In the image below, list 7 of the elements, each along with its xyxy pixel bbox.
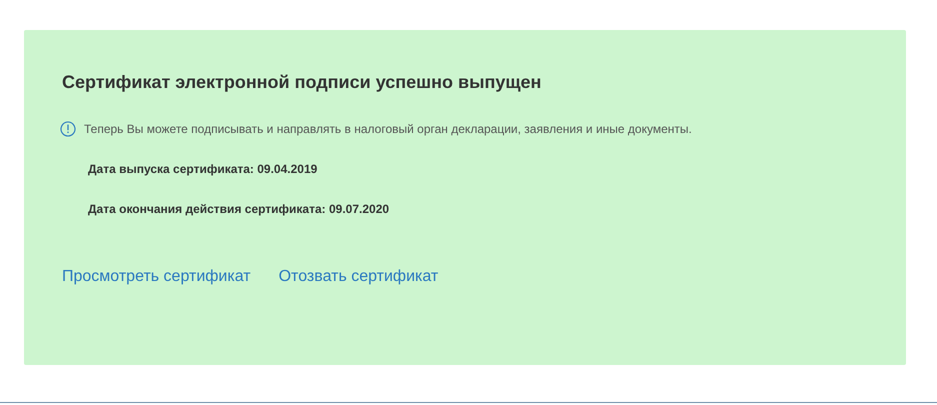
exclamation-circle-icon xyxy=(60,121,76,137)
certificate-date: Дата выпуска сертификата: 09.04.2019 xyxy=(88,161,318,177)
certificate-link[interactable]: Отозвать сертификат xyxy=(278,267,438,287)
notice-title: Сертификат электронной подписи успешно выпущен xyxy=(62,71,542,93)
certificate-date: Дата окончания действия сертификата: 09.07.2020 xyxy=(88,201,390,217)
info-text: Теперь Вы можете подписывать и направлять в налоговый орган декларации, заявления и иные документы. xyxy=(84,121,692,137)
certificate-link[interactable]: Просмотреть сертификат xyxy=(62,267,251,287)
